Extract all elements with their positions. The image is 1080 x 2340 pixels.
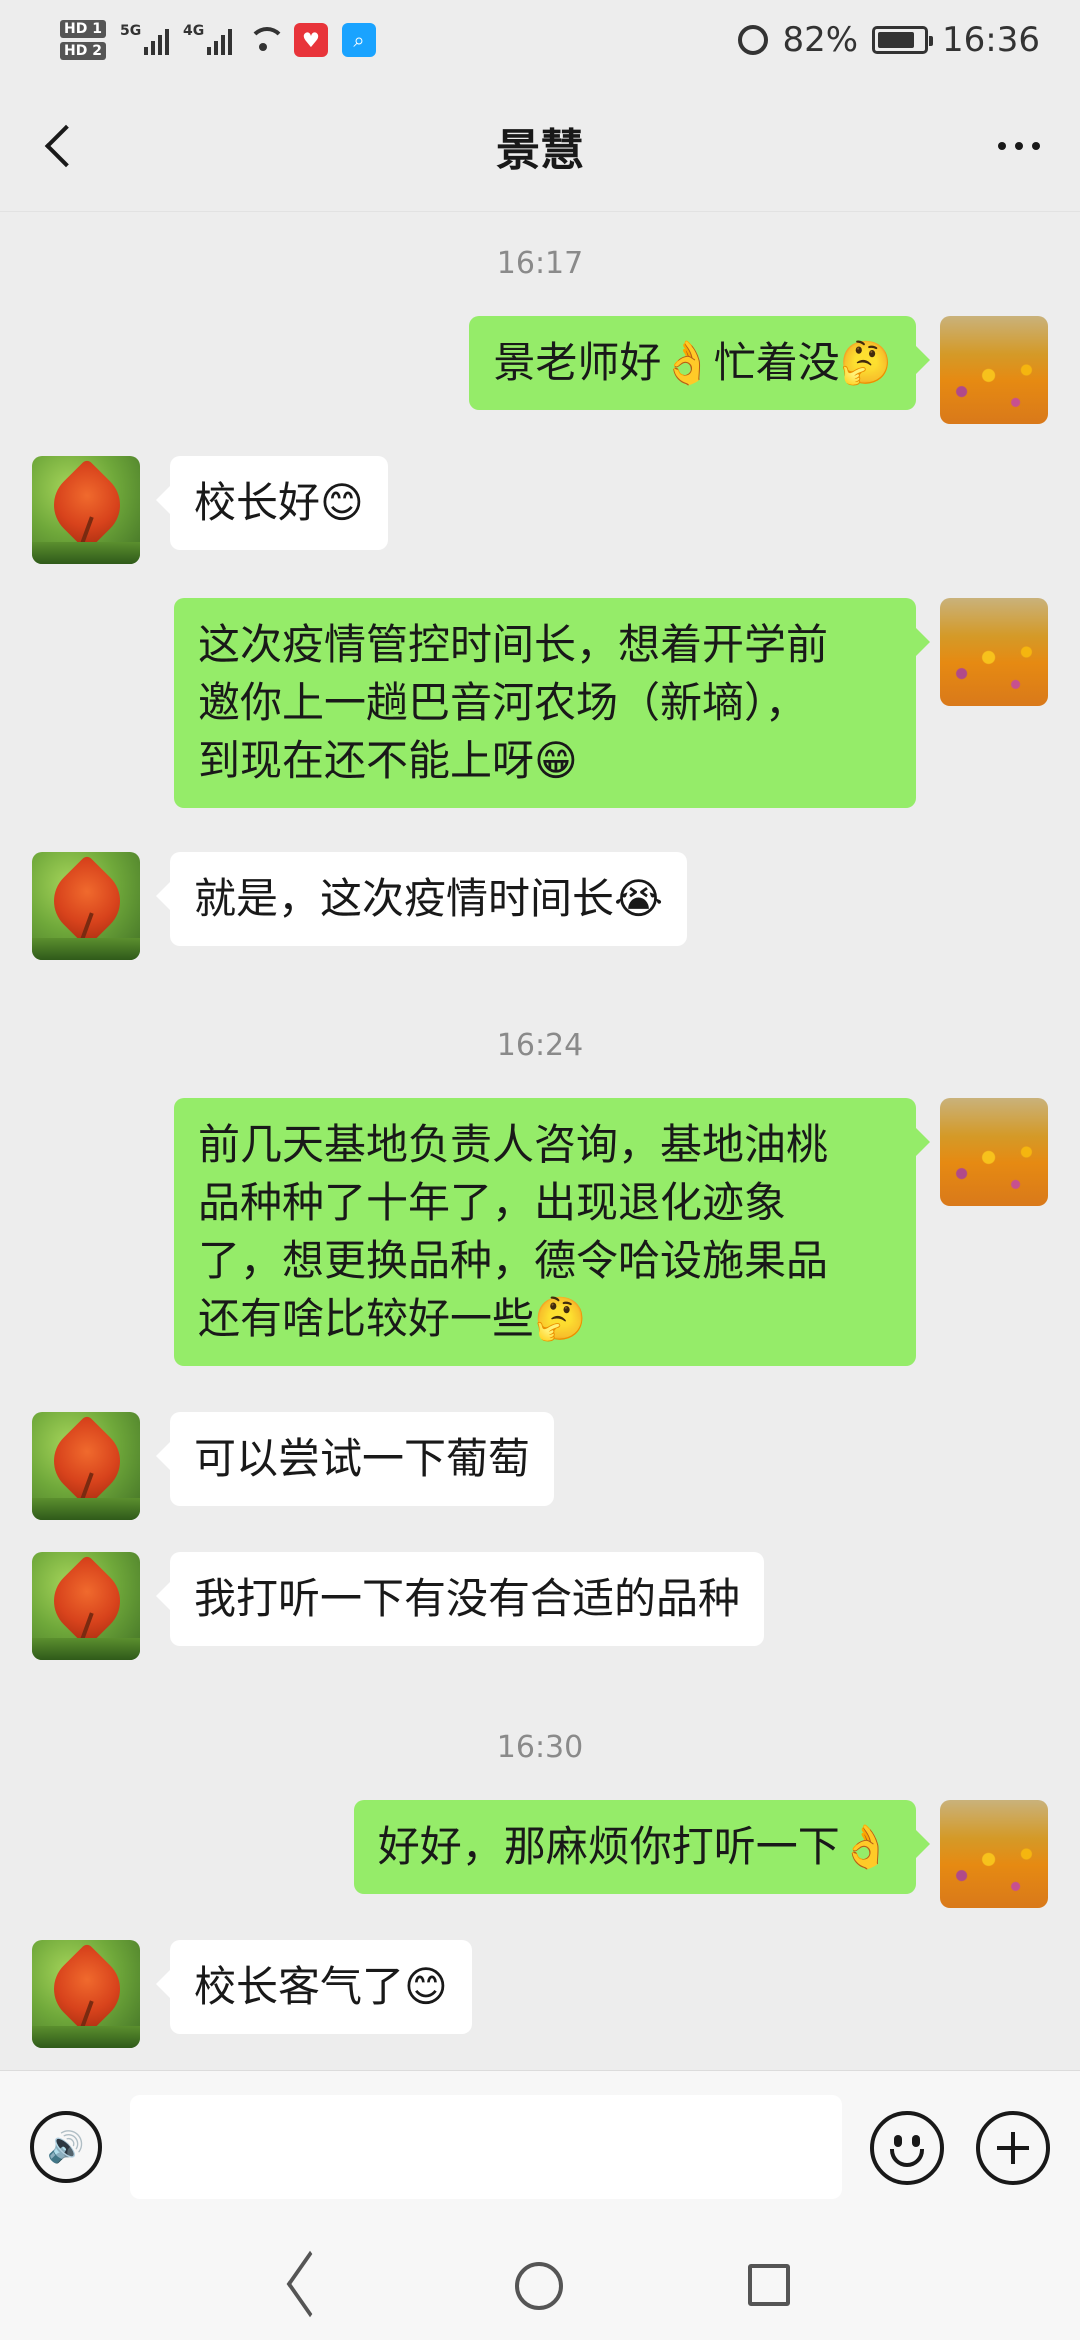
my-avatar[interactable] — [940, 316, 1048, 424]
message-sent[interactable]: 这次疫情管控时间长，想着开学前 邀你上一趟巴音河农场（新墒）， 到现在还不能上呀… — [174, 598, 930, 808]
back-chevron-icon — [44, 124, 88, 168]
my-avatar[interactable] — [940, 1800, 1048, 1908]
message-received[interactable]: 可以尝试一下葡萄 — [155, 1412, 555, 1506]
signal-4g-icon: 4G — [182, 23, 232, 55]
message-received[interactable]: 就是，这次疫情时间长😭 — [155, 852, 688, 946]
wifi-icon — [246, 27, 286, 53]
app-notification-red-icon: ♥ — [293, 23, 328, 57]
emoji-button[interactable] — [870, 2111, 944, 2185]
hd1-badge: HD 1 — [60, 20, 106, 38]
status-bar: HD 1 HD 2 5G 4G ♥ ⌕ 82% 16:36 — [0, 0, 1080, 80]
signal-5g-icon: 5G — [119, 23, 169, 55]
timestamp: 16:17 — [496, 246, 584, 281]
more-button[interactable] — [984, 116, 1054, 176]
contact-avatar[interactable] — [32, 852, 140, 960]
my-avatar[interactable] — [940, 598, 1048, 706]
signal-4g-label: 4G — [182, 23, 205, 39]
message-received[interactable]: 我打听一下有没有合适的品种 — [155, 1552, 765, 1646]
plus-button[interactable] — [976, 2111, 1050, 2185]
emoji-icon — [894, 2135, 902, 2147]
app-notification-search-icon: ⌕ — [341, 23, 376, 57]
timestamp: 16:24 — [496, 1028, 584, 1063]
voice-icon: 🔊 — [47, 2129, 85, 2165]
message-input[interactable] — [130, 2095, 842, 2199]
system-back-icon[interactable] — [282, 2260, 332, 2310]
message-received[interactable]: 校长客气了😊 — [156, 1940, 472, 2034]
hd2-badge: HD 2 — [60, 42, 106, 60]
status-right: 82% 16:36 — [738, 20, 1040, 60]
hd-indicators: HD 1 HD 2 — [60, 20, 106, 60]
back-button[interactable] — [30, 116, 90, 176]
system-recents-icon[interactable] — [748, 2264, 790, 2306]
contact-avatar[interactable] — [32, 1412, 140, 1520]
chat-title: 景慧 — [496, 124, 584, 176]
battery-percent: 82% — [782, 20, 859, 60]
contact-avatar[interactable] — [32, 1552, 140, 1660]
more-dots-icon — [998, 142, 1006, 150]
contact-avatar[interactable] — [32, 1940, 140, 2048]
alarm-icon — [738, 25, 769, 55]
timestamp: 16:30 — [496, 1730, 584, 1765]
message-sent[interactable]: 前几天基地负责人咨询，基地油桃 品种种了十年了，出现退化迹象 了，想更换品种，德… — [174, 1098, 930, 1366]
system-home-icon[interactable] — [515, 2262, 563, 2310]
message-received[interactable]: 校长好😊 — [156, 456, 388, 550]
message-sent[interactable]: 好好，那麻烦你打听一下👌 — [353, 1800, 931, 1894]
contact-avatar[interactable] — [32, 456, 140, 564]
status-left: HD 1 HD 2 5G 4G ♥ ⌕ — [60, 20, 376, 60]
status-time: 16:36 — [942, 20, 1040, 60]
my-avatar[interactable] — [940, 1098, 1048, 1206]
battery-icon — [872, 26, 934, 54]
voice-button[interactable]: 🔊 — [30, 2111, 102, 2183]
battery-level-fill — [878, 32, 915, 48]
chat-area[interactable]: 16:17 景老师好👌忙着没🤔 校长好😊 这次疫情管控时间长，想着开学前 邀你上… — [0, 212, 1080, 2070]
input-bar: 🔊 — [0, 2070, 1080, 2230]
message-sent[interactable]: 景老师好👌忙着没🤔 — [469, 316, 930, 410]
signal-5g-label: 5G — [119, 23, 142, 39]
system-navigation-bar — [0, 2230, 1080, 2340]
chat-header: 景慧 — [0, 80, 1080, 212]
